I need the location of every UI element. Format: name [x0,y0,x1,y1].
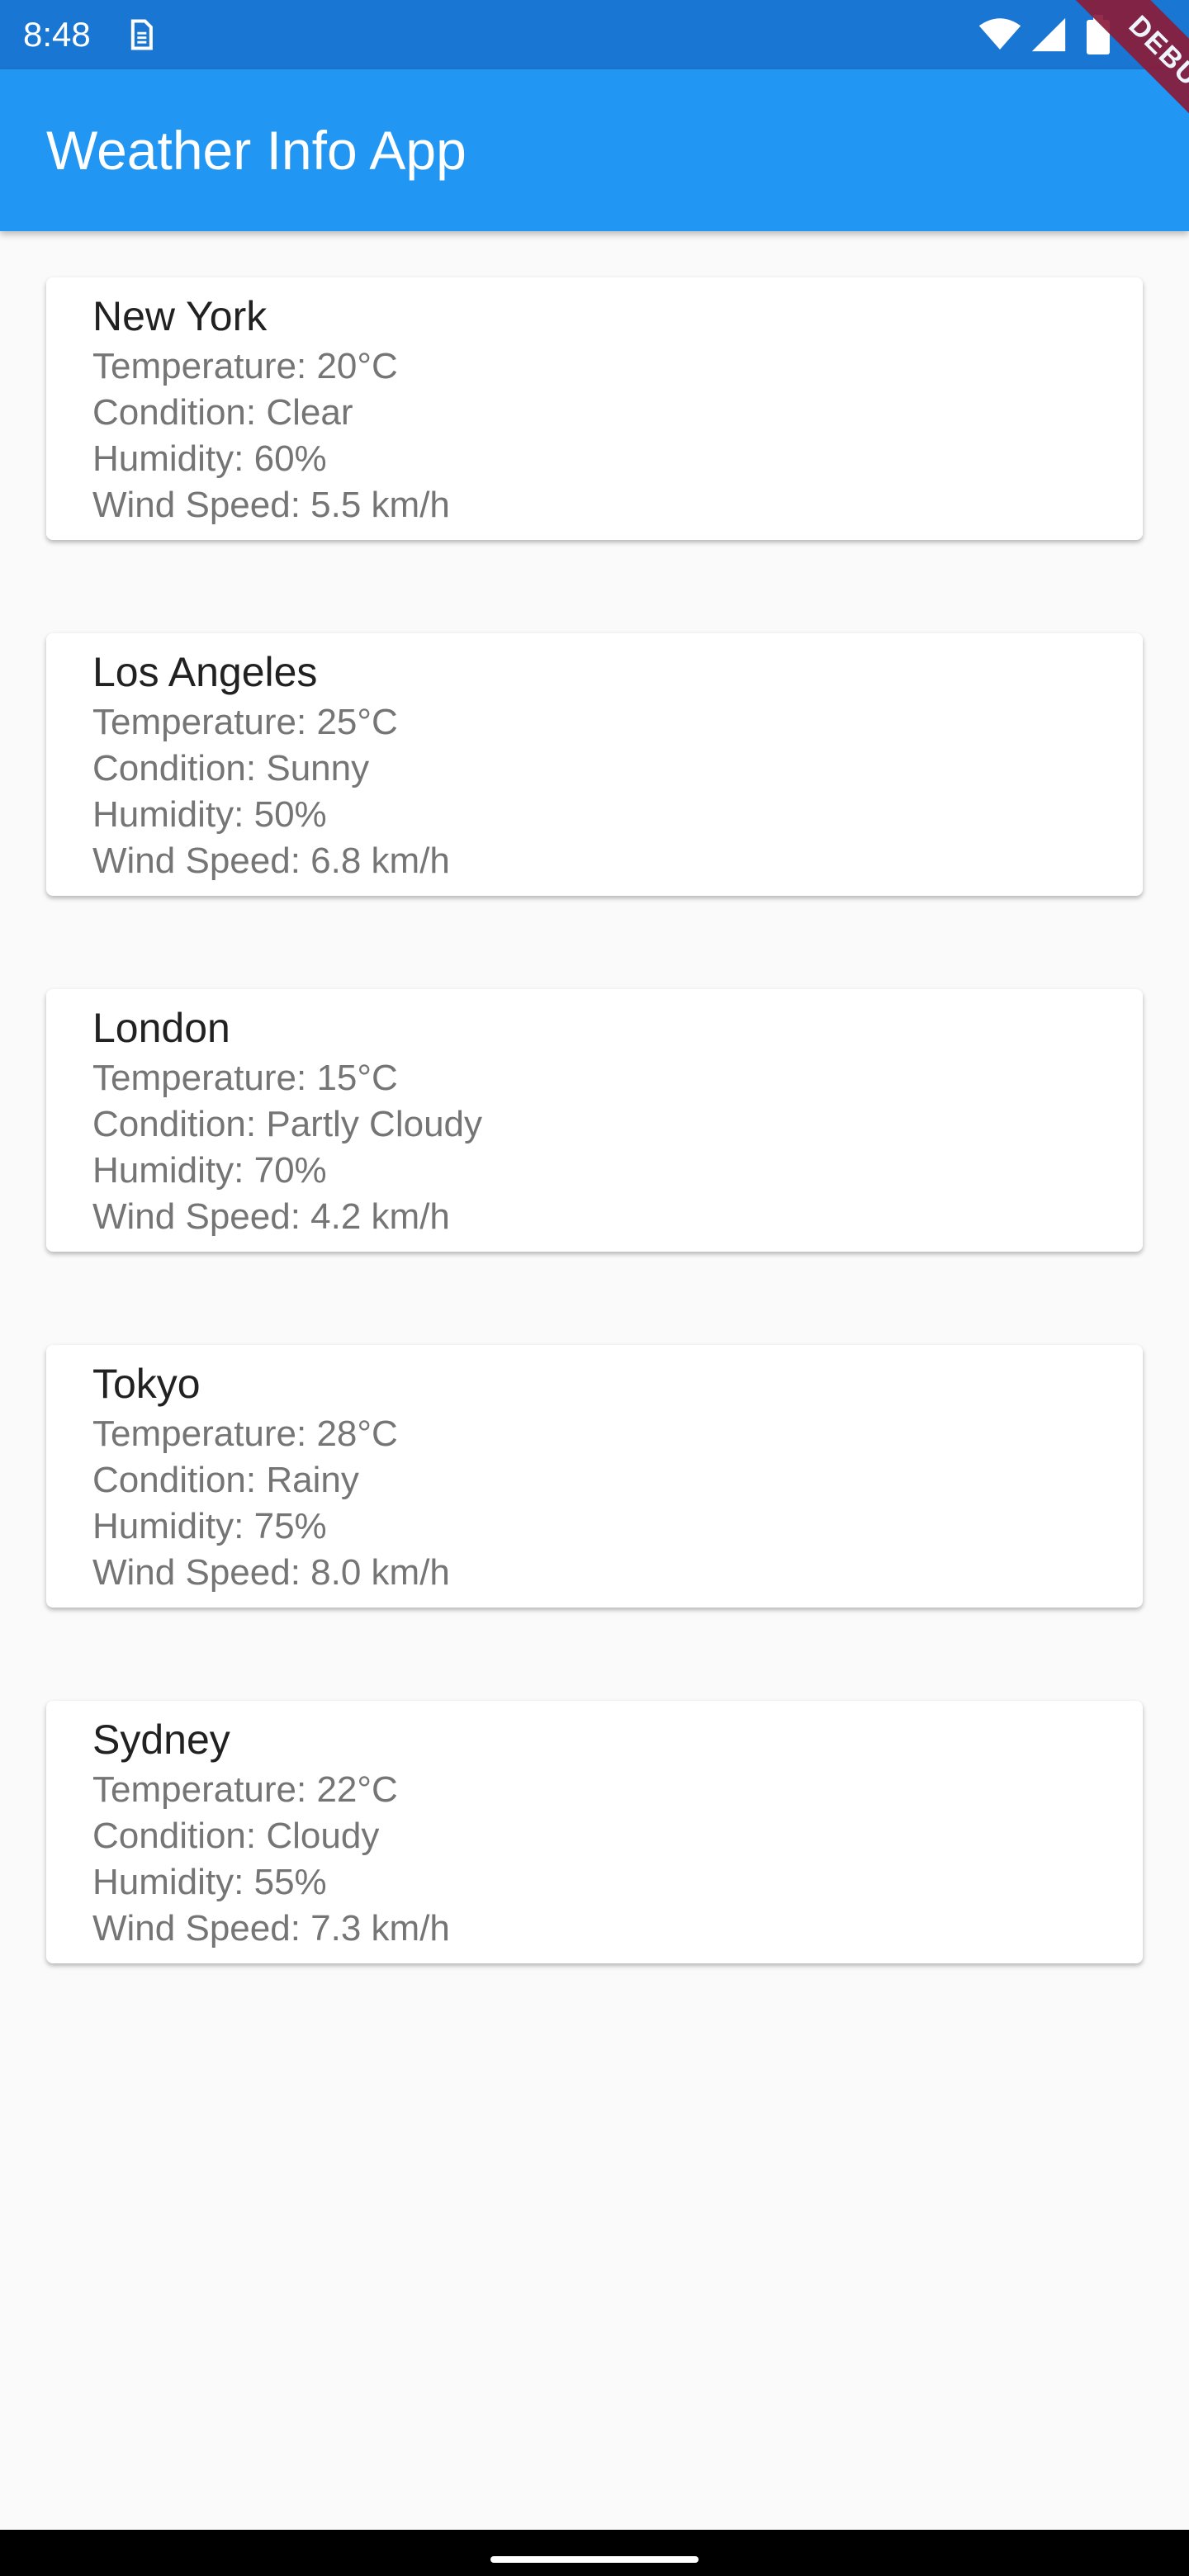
city-name: Los Angeles [92,649,318,695]
app-bar: Weather Info App [0,69,1189,231]
condition-text: Condition: Sunny [92,748,370,788]
status-bar: 8:48 [0,0,1189,69]
battery-icon [1087,15,1110,54]
city-list[interactable]: New York Temperature: 20°C Condition: Cl… [0,231,1189,2530]
humidity-text: Humidity: 70% [92,1150,327,1191]
city-name: London [92,1005,230,1051]
temperature-text: Temperature: 28°C [92,1413,398,1454]
city-card-london[interactable]: London Temperature: 15°C Condition: Part… [46,989,1143,1252]
wind-speed-text: Wind Speed: 7.3 km/h [92,1908,450,1949]
city-name: Tokyo [92,1361,201,1407]
humidity-text: Humidity: 50% [92,794,327,835]
wind-speed-text: Wind Speed: 4.2 km/h [92,1196,450,1237]
city-name: Sydney [92,1717,230,1763]
page-title: Weather Info App [46,120,467,181]
city-card-new-york[interactable]: New York Temperature: 20°C Condition: Cl… [46,277,1143,540]
city-card-tokyo[interactable]: Tokyo Temperature: 28°C Condition: Rainy… [46,1345,1143,1608]
humidity-text: Humidity: 75% [92,1506,327,1546]
humidity-text: Humidity: 60% [92,438,327,479]
sim-card-icon [130,19,153,50]
humidity-text: Humidity: 55% [92,1862,327,1902]
city-card-los-angeles[interactable]: Los Angeles Temperature: 25°C Condition:… [46,633,1143,896]
wind-speed-text: Wind Speed: 6.8 km/h [92,841,450,881]
wind-speed-text: Wind Speed: 5.5 km/h [92,485,450,525]
condition-text: Condition: Rainy [92,1460,359,1500]
condition-text: Condition: Clear [92,392,353,433]
temperature-text: Temperature: 20°C [92,346,398,386]
condition-text: Condition: Partly Cloudy [92,1104,483,1144]
city-name: New York [92,293,268,339]
temperature-text: Temperature: 15°C [92,1058,398,1098]
wind-speed-text: Wind Speed: 8.0 km/h [92,1552,450,1593]
temperature-text: Temperature: 25°C [92,702,398,742]
temperature-text: Temperature: 22°C [92,1769,398,1810]
navigation-bar [0,2530,1189,2576]
signal-icon [1031,17,1066,52]
city-card-sydney[interactable]: Sydney Temperature: 22°C Condition: Clou… [46,1701,1143,1963]
wifi-icon [978,18,1021,50]
condition-text: Condition: Cloudy [92,1816,380,1856]
status-time: 8:48 [23,15,91,54]
home-indicator[interactable] [490,2556,699,2563]
